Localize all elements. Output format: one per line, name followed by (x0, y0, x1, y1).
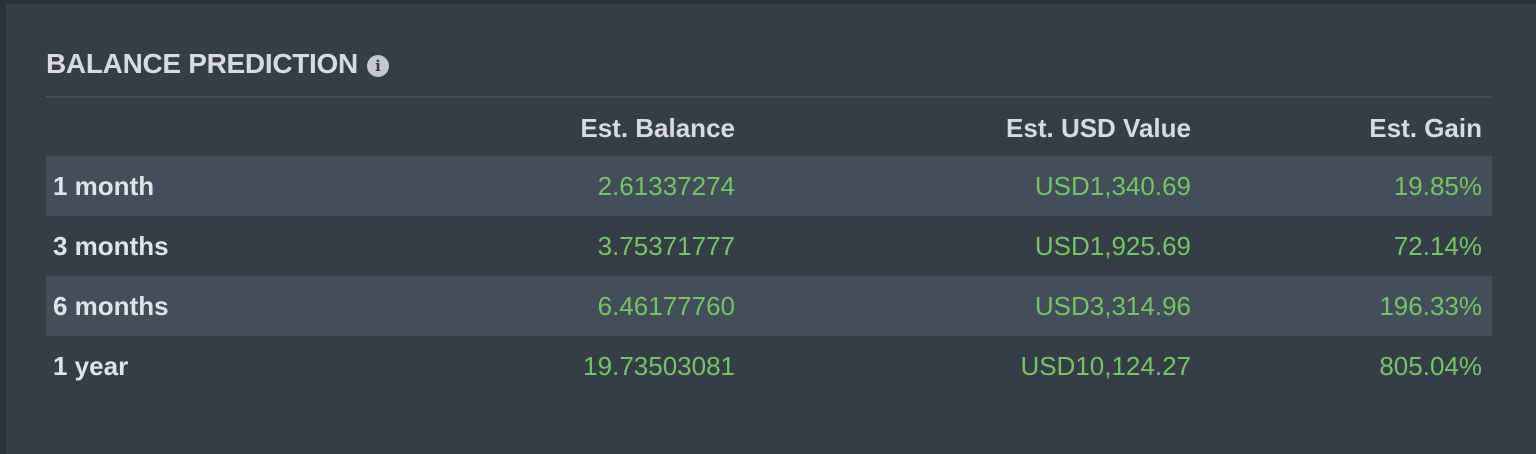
table-row: 3 months 3.75371777 USD1,925.69 72.14% (46, 216, 1492, 276)
panel-header: BALANCE PREDICTION i (46, 44, 389, 84)
table-header-row: Est. Balance Est. USD Value Est. Gain (46, 100, 1492, 156)
est-usd-value: USD1,340.69 (1034, 170, 1191, 201)
period-label: 3 months (53, 230, 169, 261)
header-divider (46, 96, 1492, 98)
table-row: 1 month 2.61337274 USD1,340.69 19.85% (46, 156, 1492, 216)
period-label: 1 year (53, 350, 129, 381)
panel-title: BALANCE PREDICTION (46, 48, 358, 79)
est-balance-value: 2.61337274 (597, 170, 735, 201)
period-label: 1 month (53, 170, 155, 201)
prediction-table: Est. Balance Est. USD Value Est. Gain 1 … (46, 100, 1492, 396)
est-usd-value: USD1,925.69 (1034, 230, 1191, 261)
est-gain-value: 196.33% (1379, 290, 1482, 321)
column-header-est-gain: Est. Gain (1369, 112, 1482, 143)
est-usd-value: USD3,314.96 (1034, 290, 1191, 321)
est-gain-value: 72.14% (1393, 230, 1482, 261)
est-balance-value: 19.73503081 (583, 350, 735, 381)
est-gain-value: 19.85% (1393, 170, 1482, 201)
balance-prediction-panel: BALANCE PREDICTION i Est. Balance Est. U… (6, 4, 1536, 454)
est-usd-value: USD10,124.27 (1020, 350, 1191, 381)
info-icon[interactable]: i (366, 54, 389, 77)
est-gain-value: 805.04% (1379, 350, 1482, 381)
column-header-est-usd-value: Est. USD Value (1006, 112, 1191, 143)
est-balance-value: 3.75371777 (597, 230, 735, 261)
table-row: 1 year 19.73503081 USD10,124.27 805.04% (46, 336, 1492, 396)
est-balance-value: 6.46177760 (597, 290, 735, 321)
table-row: 6 months 6.46177760 USD3,314.96 196.33% (46, 276, 1492, 336)
period-label: 6 months (53, 290, 169, 321)
column-header-est-balance: Est. Balance (580, 112, 735, 143)
